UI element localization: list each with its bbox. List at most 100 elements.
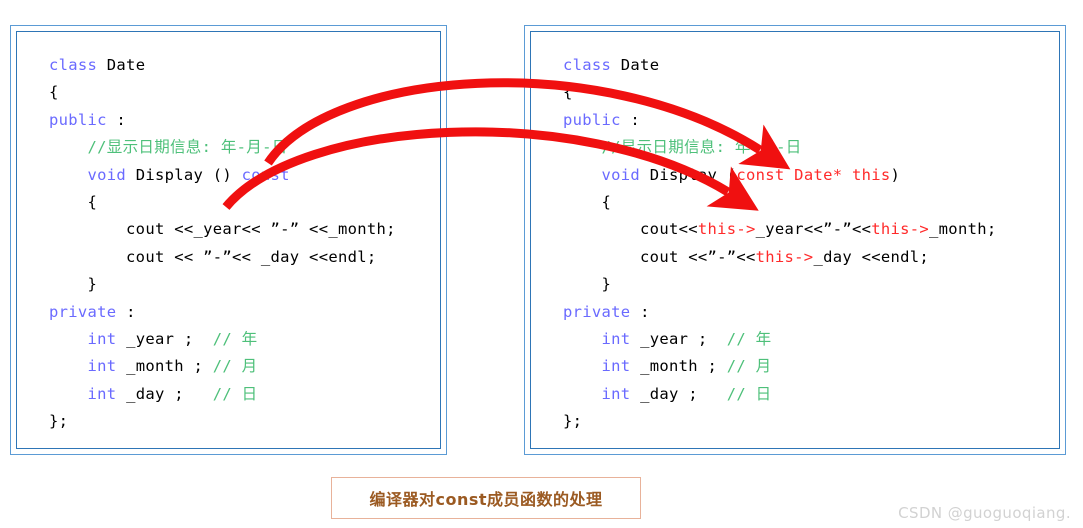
code-token: public — [563, 110, 621, 129]
code-token: cout <<_year<< ”-” <<_month; — [49, 220, 396, 239]
code-line: //显示日期信息: 年-月-日 — [563, 134, 996, 161]
code-token: _month ; — [630, 357, 727, 376]
code-token: class — [49, 56, 107, 74]
caption-label: 编译器对const成员函数的处理 — [369, 490, 603, 509]
code-token: : — [116, 302, 136, 321]
code-line: } — [49, 271, 396, 298]
code-line: }; — [49, 408, 396, 435]
code-token: } — [563, 275, 612, 294]
code-token: class — [563, 56, 621, 74]
code-token: //显示日期信息: 年-月-日 — [87, 138, 288, 157]
code-token: this-> — [697, 220, 756, 239]
code-token: this-> — [755, 247, 814, 266]
code-token: { — [563, 83, 573, 102]
code-token: _day ; — [630, 384, 727, 403]
code-line: public : — [563, 107, 996, 134]
code-line: int _month ; // 月 — [563, 353, 996, 380]
code-token: int — [87, 357, 117, 376]
code-token: // 日 — [726, 384, 772, 403]
code-token: const — [241, 165, 290, 184]
code-line: class Date — [563, 52, 996, 79]
watermark-label: CSDN @guoguoqiang. — [898, 504, 1071, 522]
code-line: class Date — [49, 52, 396, 79]
code-line: private : — [49, 299, 396, 326]
code-token: : — [630, 302, 650, 321]
code-token: int — [87, 384, 117, 403]
code-line: int _year ; // 年 — [49, 326, 396, 353]
code-token: }; — [49, 412, 69, 431]
code-token: _year ; — [116, 330, 213, 349]
code-token: void — [87, 165, 127, 184]
code-token: Display ( — [640, 165, 737, 184]
code-token: private — [563, 302, 631, 321]
code-token: cout<< — [563, 220, 698, 239]
code-token: void — [601, 165, 641, 184]
code-line: } — [563, 271, 996, 298]
code-line: int _day ; // 日 — [49, 381, 396, 408]
code-token: // 月 — [726, 357, 772, 376]
code-line: { — [49, 79, 396, 106]
code-line: { — [563, 189, 996, 216]
code-token: int — [601, 357, 631, 376]
code-line: { — [563, 79, 996, 106]
code-line: int _month ; // 月 — [49, 353, 396, 380]
code-line: //显示日期信息: 年-月-日 — [49, 134, 396, 161]
code-line: cout <<_year<< ”-” <<_month; — [49, 216, 396, 243]
code-token: } — [49, 275, 98, 294]
code-token: _month ; — [116, 357, 213, 376]
code-token: private — [49, 302, 117, 321]
figure-root: class Date { public : //显示日期信息: 年-月-日 void… — [0, 0, 1083, 528]
code-line: }; — [563, 408, 996, 435]
code-token: Date — [106, 56, 146, 74]
code-line: void Display () const — [49, 162, 396, 189]
code-token: _day <<endl; — [813, 247, 930, 266]
code-token: this-> — [871, 220, 930, 239]
code-token: _year<<”-”<< — [755, 220, 872, 239]
code-token: Display () — [126, 165, 242, 184]
code-line: cout << ”-”<< _day <<endl; — [49, 244, 396, 271]
code-token: _month; — [929, 220, 997, 239]
code-line: int _day ; // 日 — [563, 381, 996, 408]
code-line: int _year ; // 年 — [563, 326, 996, 353]
code-token: int — [601, 330, 631, 349]
code-token: // 年 — [726, 330, 772, 349]
code-line: { — [49, 189, 396, 216]
code-token: { — [49, 83, 59, 102]
code-line: cout <<”-”<<this->_day <<endl; — [563, 244, 996, 271]
code-token: : — [620, 110, 641, 129]
code-line: void Display (const Date* this) — [563, 162, 996, 189]
code-line: public : — [49, 107, 396, 134]
code-line: cout<<this->_year<<”-”<<this->_month; — [563, 216, 996, 243]
code-token: Date — [620, 56, 660, 74]
code-token: public — [49, 110, 107, 129]
code-token: { — [563, 193, 612, 212]
code-token: const Date* this — [736, 165, 891, 184]
code-token: }; — [563, 412, 583, 431]
code-token: cout << ”-”<< _day <<endl; — [49, 247, 377, 266]
code-token: { — [49, 193, 98, 212]
code-token: cout <<”-”<< — [563, 247, 756, 266]
code-token: //显示日期信息: 年-月-日 — [601, 138, 802, 157]
code-token: // 日 — [212, 384, 258, 403]
code-token: ) — [890, 165, 901, 184]
right-code-block: class Date { public : //显示日期信息: 年-月-日 void… — [563, 52, 996, 436]
left-code-panel-inner-border: class Date { public : //显示日期信息: 年-月-日 void… — [16, 31, 441, 449]
code-token: // 月 — [212, 357, 258, 376]
left-code-panel: class Date { public : //显示日期信息: 年-月-日 void… — [10, 25, 447, 455]
code-token: // 年 — [212, 330, 258, 349]
code-line: private : — [563, 299, 996, 326]
right-code-panel-inner-border: class Date { public : //显示日期信息: 年-月-日 void… — [530, 31, 1060, 449]
code-token: : — [106, 110, 127, 129]
code-token: _year ; — [630, 330, 727, 349]
right-code-panel: class Date { public : //显示日期信息: 年-月-日 void… — [524, 25, 1066, 455]
left-code-block: class Date { public : //显示日期信息: 年-月-日 void… — [49, 52, 396, 436]
